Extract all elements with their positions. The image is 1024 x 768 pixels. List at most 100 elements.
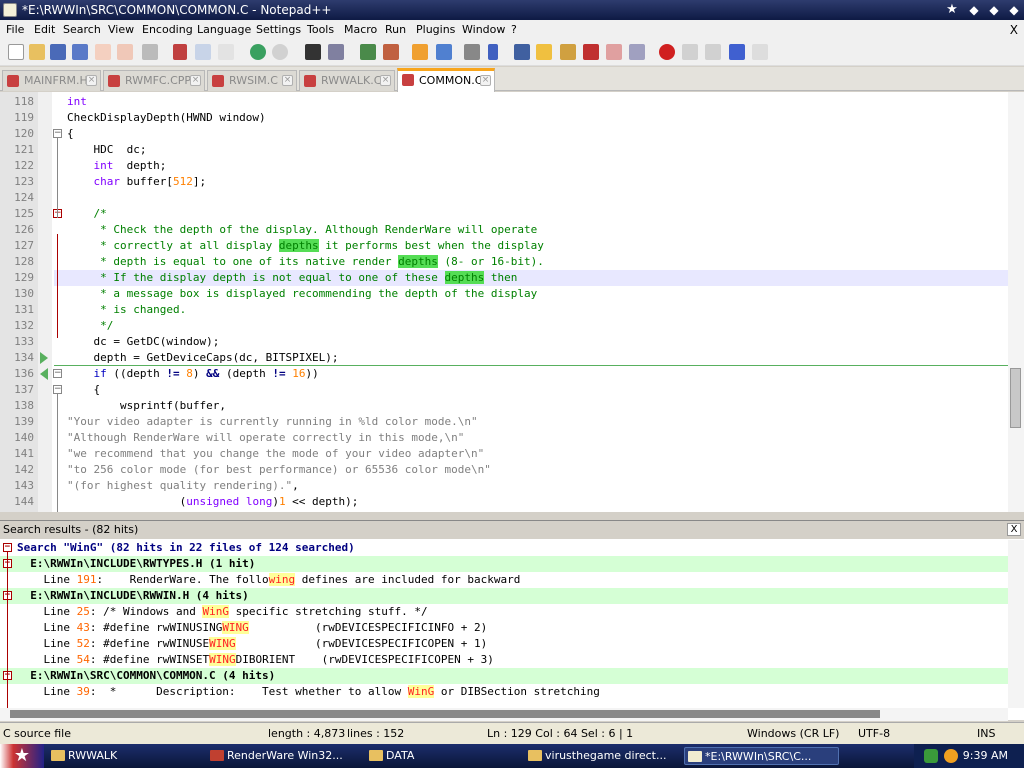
code-line[interactable]: 121 HDC dc; [14,142,1008,158]
play-macro-icon[interactable] [705,44,721,60]
menu-help[interactable]: ? [510,20,518,40]
menu-encoding[interactable]: Encoding [141,20,194,40]
task-notepadpp[interactable]: *E:\RWWIn\SRC\C... [684,747,839,765]
fold-toggle-icon[interactable]: − [53,385,62,394]
code-line[interactable]: 120 −{ [14,126,1008,142]
zoom-in-icon[interactable] [360,44,376,60]
code-text-area[interactable]: 118 int 119 CheckDisplayDepth(HWND window) 1… [14,94,1008,512]
results-horizontal-scrollbar[interactable] [0,708,1008,721]
code-line[interactable]: 125− /* [14,206,1008,222]
code-line[interactable]: 128 * depth is equal to one of its nativ… [14,254,1008,270]
show-all-chars-icon[interactable] [488,44,498,60]
save-all-icon[interactable] [72,44,88,60]
menu-search[interactable]: Search [62,20,102,40]
code-line[interactable]: 123 char buffer[512]; [14,174,1008,190]
minimize-button[interactable]: ◆ [966,2,982,18]
close-tab-icon[interactable]: × [86,75,97,86]
menu-view[interactable]: View [107,20,135,40]
result-hit-line[interactable]: Line 54: #define rwWINSETWINGDIBORIENT (… [0,652,1008,668]
start-button[interactable]: ★ [0,744,44,768]
new-file-icon[interactable] [8,44,24,60]
save-icon[interactable] [50,44,66,60]
code-line[interactable]: 134 depth = GetDeviceCaps(dc, BITSPIXEL)… [14,350,1008,366]
menu-plugins[interactable]: Plugins [415,20,456,40]
sync-h-icon[interactable] [436,44,452,60]
stop-macro-icon[interactable] [682,44,698,60]
code-line[interactable]: 118 int [14,94,1008,110]
result-file-header[interactable]: − E:\RWWIn\INCLUDE\RWWIN.H (4 hits) [0,588,1008,604]
menu-tools[interactable]: Tools [306,20,335,40]
print-icon[interactable] [142,44,158,60]
menu-language[interactable]: Language [196,20,252,40]
maximize-button[interactable]: ◆ [986,2,1002,18]
close-tab-icon[interactable]: × [380,75,391,86]
result-hit-line[interactable]: Line 43: #define rwWINUSINGWING (rwDEVIC… [0,620,1008,636]
close-window-button[interactable]: ◆ [1006,2,1022,18]
copy-icon[interactable] [195,44,211,60]
close-all-icon[interactable] [117,44,133,60]
record-macro-icon[interactable] [659,44,675,60]
network-icon[interactable] [924,749,938,763]
search-icon[interactable] [944,749,958,763]
scroll-thumb[interactable] [1010,368,1021,428]
doc-map-icon[interactable] [560,44,576,60]
menu-macro[interactable]: Macro [343,20,378,40]
code-line[interactable]: 130 * a message box is displayed recomme… [14,286,1008,302]
code-line[interactable]: 139 "Your video adapter is currently runn… [14,414,1008,430]
code-line[interactable]: 131 * is changed. [14,302,1008,318]
fold-toggle-icon[interactable]: − [53,369,62,378]
panel-splitter[interactable] [0,512,1024,520]
code-line[interactable]: 127 * correctly at all display depths it… [14,238,1008,254]
replace-icon[interactable] [328,44,344,60]
open-file-icon[interactable] [29,44,45,60]
result-file-header[interactable]: − E:\RWWIn\SRC\COMMON\COMMON.C (4 hits) [0,668,1008,684]
task-data[interactable]: DATA [366,747,521,765]
tab-common-c[interactable]: COMMON.C × [397,68,495,92]
code-line[interactable]: 133 dc = GetDC(window); [14,334,1008,350]
close-tab-icon[interactable]: × [190,75,201,86]
tab-rwwalk-c[interactable]: RWWALK.C × [299,70,395,91]
close-document-x[interactable]: X [1010,20,1018,40]
close-tab-icon[interactable]: × [282,75,293,86]
tab-rwsim-c[interactable]: RWSIM.C × [207,70,297,91]
redo-icon[interactable] [272,44,288,60]
task-virusthegame[interactable]: virusthegame direct... [525,747,680,765]
tab-rwmfc-cpp[interactable]: RWMFC.CPP × [103,70,205,91]
code-line[interactable]: 124 [14,190,1008,206]
save-macro-icon[interactable] [752,44,768,60]
menu-run[interactable]: Run [384,20,407,40]
word-wrap-icon[interactable] [464,44,480,60]
menu-settings[interactable]: Settings [255,20,302,40]
code-line[interactable]: 129 * If the display depth is not equal … [14,270,1008,286]
code-line[interactable]: 143 "(for highest quality rendering).", [14,478,1008,494]
menu-window[interactable]: Window [461,20,506,40]
udl-icon[interactable] [536,44,552,60]
menu-edit[interactable]: Edit [33,20,56,40]
close-file-icon[interactable] [95,44,111,60]
monitoring-icon[interactable] [629,44,645,60]
result-hit-line[interactable]: Line 39: * Description: Test whether to … [0,684,1008,700]
code-line[interactable]: 136 − if ((depth != 8) && (depth != 16)) [14,366,1008,382]
run-macro-multiple-icon[interactable] [729,44,745,60]
task-renderware[interactable]: RenderWare Win32... [207,747,362,765]
paste-icon[interactable] [218,44,234,60]
result-hit-line[interactable]: Line 25: /* Windows and WinG specific st… [0,604,1008,620]
code-line[interactable]: 144 (unsigned long)1 << depth); [14,494,1008,510]
sync-v-icon[interactable] [412,44,428,60]
indent-guide-icon[interactable] [514,44,530,60]
cut-icon[interactable] [173,44,187,60]
fold-toggle-icon[interactable]: − [3,543,12,552]
search-results-list[interactable]: − Search "WinG" (82 hits in 22 files of 1… [0,540,1008,708]
fold-toggle-icon[interactable]: − [53,129,62,138]
close-tab-icon[interactable]: × [480,75,491,86]
result-search-header[interactable]: − Search "WinG" (82 hits in 22 files of 1… [0,540,1008,556]
results-vertical-scrollbar[interactable] [1008,540,1024,708]
folder-workspace-icon[interactable] [606,44,622,60]
code-line[interactable]: 140 "Although RenderWare will operate cor… [14,430,1008,446]
menu-file[interactable]: File [5,20,25,40]
code-line[interactable]: 141 "we recommend that you change the mod… [14,446,1008,462]
tab-mainfrm-h[interactable]: MAINFRM.H × [2,70,101,91]
task-rwwalk[interactable]: RWWALK [48,747,203,765]
editor-vertical-scrollbar[interactable] [1008,92,1024,512]
scroll-thumb[interactable] [10,710,880,718]
